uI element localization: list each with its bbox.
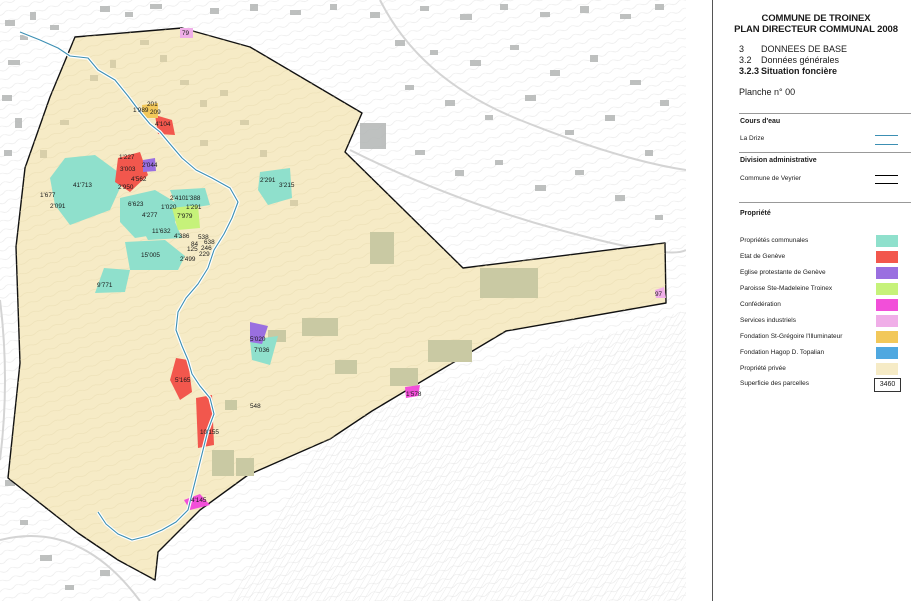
legend-swatch <box>876 251 898 263</box>
map-panel[interactable]: 79 201 209 1'989 4'104 1'227 3'003 2'044… <box>0 0 686 601</box>
parcel-label: 9'771 <box>97 282 113 289</box>
legend-swatch <box>876 331 898 343</box>
parcel-label: 1'227 <box>119 154 135 161</box>
legend-item-label: Fondation St-Grégoire l'Illuminateur <box>740 333 843 340</box>
legend-rule <box>739 113 911 114</box>
legend-title-line1: COMMUNE DE TROINEX <box>761 13 871 24</box>
parcel-label: 4'562 <box>131 176 147 183</box>
legend-item-commune-de-veyrier: Commune de Veyrier <box>740 175 802 182</box>
map-canvas[interactable]: 79 201 209 1'989 4'104 1'227 3'003 2'044… <box>0 0 686 601</box>
parcel-label: 7'036 <box>254 347 270 354</box>
plan-label: Planche n° 00 <box>739 87 796 97</box>
legend-rule <box>739 202 911 203</box>
legend-item-la-drize: La Drize <box>740 135 765 142</box>
legend-item-label: Etat de Genève <box>740 253 786 260</box>
legend-rule <box>739 152 911 153</box>
parcel-label: 2'950 <box>118 184 134 191</box>
legend-swatch <box>876 283 898 295</box>
parcel-label: 1'291 <box>186 204 202 211</box>
legend-item-label: Propriétés communales <box>740 237 809 244</box>
parcel-label: 1'388 <box>185 195 201 202</box>
section-number: 3 <box>739 44 745 54</box>
parcel-label: 79 <box>182 30 190 37</box>
river-line-swatch <box>875 135 898 145</box>
legend-swatch <box>876 363 898 375</box>
section-text: DONNEES DE BASE <box>761 44 848 54</box>
parcel-label: 1'989 <box>133 107 149 114</box>
parcel-label: 5'020 <box>250 336 266 343</box>
legend-group-heading-propriete: Propriété <box>740 210 771 217</box>
boundary-line-swatch <box>875 175 898 184</box>
legend-group-heading-division: Division administrative <box>740 157 817 164</box>
legend-group-heading-cours-deau: Cours d'eau <box>740 118 781 125</box>
legend-item-label: Fondation Hagop D. Topalian <box>740 349 825 356</box>
parcel-label: 1'578 <box>406 391 422 398</box>
legend-swatch <box>876 267 898 279</box>
legend-title-line2: PLAN DIRECTEUR COMMUNAL 2008 <box>734 24 898 35</box>
parcel-label: 3'215 <box>279 182 295 189</box>
parcel-label: 5'165 <box>175 377 191 384</box>
parcel-label: 97 <box>655 291 663 298</box>
section-text: Situation foncière <box>761 66 838 76</box>
parcel-label: 41'713 <box>73 182 92 189</box>
legend-item-label: Paroisse Ste-Madeleine Troinex <box>740 285 833 292</box>
parcel-label: 2'499 <box>180 256 196 263</box>
parcel-label: 1'677 <box>40 192 56 199</box>
legend-item-label: Eglise protestante de Genève <box>740 269 826 276</box>
parcel-label: 3'003 <box>120 166 136 173</box>
parcel-label: 2'044 <box>142 162 158 169</box>
legend-item-label: Propriété privée <box>740 365 786 372</box>
parcel-label: 4'386 <box>174 233 190 240</box>
section-number: 3.2.3 <box>739 66 760 76</box>
legend-panel: COMMUNE DE TROINEX PLAN DIRECTEUR COMMUN… <box>713 0 919 601</box>
parcel-label: 548 <box>250 403 261 410</box>
parcel-label: 201 <box>147 101 158 108</box>
parcel-area-sample-box: 3460 <box>874 378 901 392</box>
legend-item-label: Services industriels <box>740 317 796 324</box>
legend-item-label: Confédération <box>740 301 781 308</box>
parcel-label: 2'091 <box>50 203 66 210</box>
legend-swatch <box>876 347 898 359</box>
parcel-label: 125 <box>187 246 198 253</box>
parcel-label: 229 <box>199 251 210 258</box>
parcel-label: 2'291 <box>260 177 276 184</box>
parcel-label: 6'623 <box>128 201 144 208</box>
parcel-label: 4'145 <box>191 497 207 504</box>
parcel-label: 2'410 <box>170 195 186 202</box>
parcel-label: 15'005 <box>141 252 160 259</box>
parcel-label: 10'155 <box>200 429 219 436</box>
parcel-label: 11'632 <box>152 228 171 235</box>
legend-swatch <box>876 235 898 247</box>
parcel-label: 4'277 <box>142 212 158 219</box>
section-number: 3.2 <box>739 55 752 65</box>
legend-swatch <box>876 299 898 311</box>
section-text: Données générales <box>761 55 840 65</box>
parcel-label: 7'979 <box>177 213 193 220</box>
legend-item-superficie-label: Superficie des parcelles <box>740 380 810 387</box>
parcel-label: 1'020 <box>161 204 177 211</box>
parcel-label: 209 <box>150 109 161 116</box>
legend-swatch <box>876 315 898 327</box>
parcel-label: 4'104 <box>155 121 171 128</box>
